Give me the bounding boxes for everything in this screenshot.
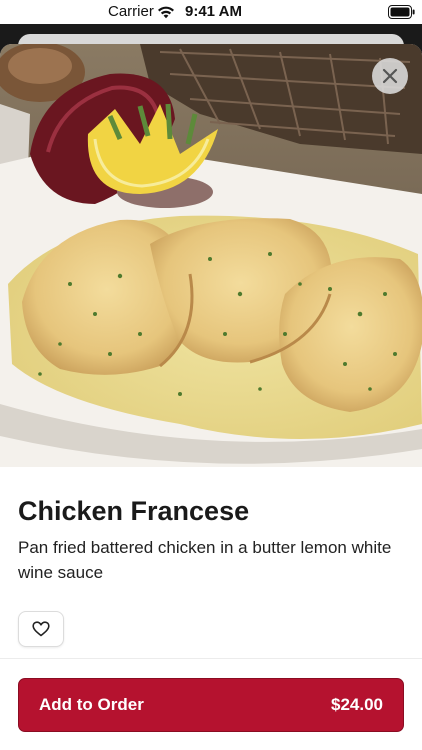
status-time: 9:41 AM [185, 3, 242, 20]
add-to-order-button[interactable]: Add to Order $24.00 [18, 678, 404, 732]
close-button[interactable] [372, 58, 408, 94]
carrier-label: Carrier [108, 3, 154, 20]
close-icon [382, 68, 398, 84]
heart-outline-icon [32, 621, 50, 637]
status-bar: Carrier 9:41 AM [0, 0, 422, 24]
item-description: Pan fried battered chicken in a butter l… [18, 538, 392, 582]
favorite-button[interactable] [18, 611, 64, 647]
item-detail-sheet: Chicken Francese Pan fried battered chic… [0, 44, 422, 750]
footer-divider [0, 658, 422, 659]
wifi-icon [158, 6, 174, 19]
item-title: Chicken Francese [18, 496, 250, 526]
add-to-order-label: Add to Order [39, 695, 144, 714]
battery-icon [388, 5, 415, 19]
item-price: $24.00 [331, 695, 383, 714]
item-photo [0, 44, 422, 467]
